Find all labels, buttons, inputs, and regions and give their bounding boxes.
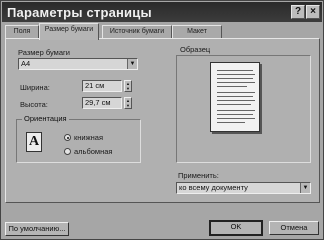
text-line	[217, 86, 247, 87]
paper-size-value: A4	[21, 59, 31, 68]
height-label: Высота:	[20, 100, 48, 109]
orientation-label: Ориентация	[22, 114, 69, 123]
landscape-label[interactable]: альбомная	[74, 147, 112, 156]
text-line	[217, 96, 253, 97]
default-button[interactable]: По умолчанию...	[5, 222, 69, 236]
apply-label: Применить:	[178, 171, 219, 180]
help-button[interactable]: ?	[291, 5, 305, 19]
text-line	[217, 104, 251, 105]
preview-label: Образец	[180, 45, 211, 54]
text-line	[217, 110, 255, 111]
preview-area	[176, 55, 311, 163]
ok-button[interactable]: OK	[209, 220, 263, 236]
spin-down-icon[interactable]: ▼	[125, 103, 131, 108]
apply-select[interactable]: ко всему документу ▼	[176, 182, 311, 194]
paper-size-select[interactable]: A4 ▼	[18, 58, 138, 70]
text-line	[217, 78, 253, 79]
tab-paper-source[interactable]: Источник бумаги	[102, 25, 172, 39]
spin-down-icon[interactable]: ▼	[125, 86, 131, 91]
text-line	[217, 92, 255, 93]
text-line	[217, 114, 253, 115]
tab-margins[interactable]: Поля	[5, 25, 39, 39]
landscape-radio[interactable]	[64, 148, 71, 155]
text-line	[217, 70, 253, 71]
title-bar: Параметры страницы ? ×	[2, 2, 322, 22]
page-setup-dialog: Параметры страницы ? × Поля Размер бумаг…	[0, 0, 324, 240]
text-line	[217, 122, 245, 123]
portrait-label[interactable]: книжная	[74, 133, 103, 142]
portrait-page-icon: A	[26, 132, 42, 152]
text-line	[217, 74, 255, 75]
width-input[interactable]: 21 см	[82, 80, 122, 92]
paper-size-panel: Размер бумаги A4 ▼ Ширина: 21 см ▲ ▼ Выс…	[5, 38, 320, 203]
chevron-down-icon[interactable]: ▼	[300, 183, 310, 193]
orientation-group: Ориентация A книжная альбомная	[16, 114, 141, 163]
text-line	[217, 118, 255, 119]
preview-page	[210, 62, 260, 132]
window-title: Параметры страницы	[7, 5, 152, 20]
height-input[interactable]: 29,7 см	[82, 97, 122, 109]
apply-value: ко всему документу	[179, 183, 248, 192]
height-spinner[interactable]: ▲ ▼	[124, 97, 132, 109]
cancel-button[interactable]: Отмена	[269, 221, 319, 235]
chevron-down-icon[interactable]: ▼	[127, 59, 137, 69]
text-line	[217, 82, 255, 83]
portrait-radio[interactable]	[64, 134, 71, 141]
paper-size-label: Размер бумаги	[18, 48, 70, 57]
close-button[interactable]: ×	[306, 5, 320, 19]
text-line	[217, 100, 255, 101]
tab-layout[interactable]: Макет	[172, 25, 222, 39]
tab-paper-size[interactable]: Размер бумаги	[39, 23, 99, 40]
width-spinner[interactable]: ▲ ▼	[124, 80, 132, 92]
width-label: Ширина:	[20, 83, 50, 92]
